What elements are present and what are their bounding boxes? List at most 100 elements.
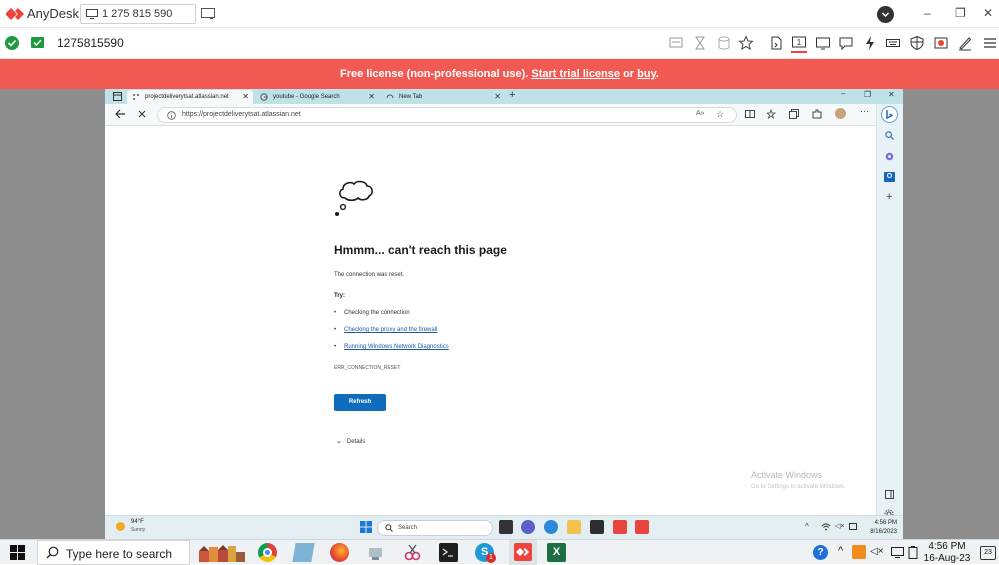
remote-screen[interactable]: projectdeliverytsat.atlassian.net ✕ yout… (105, 89, 903, 539)
display-icon[interactable] (815, 35, 831, 51)
session-id: 1275815590 (57, 36, 124, 50)
network-icon[interactable] (891, 547, 904, 558)
teams-chat-icon[interactable] (521, 520, 535, 534)
sidebar-tools-icon[interactable] (885, 152, 894, 161)
tab-actions-icon[interactable] (113, 92, 122, 101)
close-button[interactable]: ✕ (983, 6, 993, 20)
license-banner-text: Free license (non-professional use). Sta… (0, 68, 999, 80)
sidebar-hide-icon[interactable] (885, 490, 894, 499)
anydesk-remote-icon-2[interactable] (635, 520, 649, 534)
chrome-icon[interactable] (258, 543, 277, 562)
refresh-button[interactable]: Refresh (334, 394, 386, 411)
details-label: Details (346, 439, 366, 445)
show-hidden-icons-icon[interactable]: ^ (805, 522, 809, 531)
record-icon[interactable] (933, 35, 949, 51)
battery-status-icon[interactable] (908, 546, 918, 559)
excel-icon[interactable]: X (547, 543, 566, 562)
firefox-icon[interactable] (330, 543, 349, 562)
favorites-icon[interactable] (767, 109, 777, 119)
local-search-box[interactable]: Type here to search (37, 540, 190, 565)
skype-icon[interactable]: S 1 (475, 543, 496, 563)
whiteboard-icon[interactable] (957, 35, 973, 51)
battery-icon[interactable] (849, 523, 858, 530)
tab-close-icon[interactable]: ✕ (494, 92, 501, 101)
chat-disabled-icon[interactable] (668, 35, 684, 51)
tab-new-tab[interactable]: New Tab ✕ (381, 90, 505, 104)
remote-start-windows-icon[interactable] (360, 521, 372, 533)
start-trial-link[interactable]: Start trial license (531, 68, 620, 80)
star-icon[interactable] (738, 35, 754, 51)
url-input[interactable]: https://projectdeliverytsat.atlassian.ne… (157, 107, 737, 123)
file-manager-icon[interactable] (292, 543, 315, 562)
details-toggle[interactable]: ⌄ Details (336, 437, 365, 445)
search-icon (385, 524, 393, 532)
skype-badge: 1 (486, 553, 496, 563)
edge-browser-icon[interactable] (544, 520, 558, 534)
menu-icon[interactable] (983, 35, 999, 51)
chat-icon[interactable] (838, 35, 854, 51)
browser-restore-button[interactable]: ❐ (864, 90, 871, 99)
minimize-button[interactable]: – (924, 6, 931, 20)
anydesk-taskbar-item[interactable] (509, 540, 537, 565)
actions-icon[interactable] (862, 35, 878, 51)
sidebar-add-icon[interactable]: + (886, 191, 892, 203)
proxy-firewall-link[interactable]: Checking the proxy and the firewall (344, 327, 437, 333)
hourglass-icon[interactable] (692, 35, 708, 51)
file-explorer-icon[interactable] (567, 520, 581, 534)
volume-muted-icon[interactable]: ◁× (870, 546, 884, 557)
file-transfer-icon[interactable] (768, 35, 784, 51)
remote-address-field[interactable]: 1 275 815 590 (80, 4, 196, 24)
split-screen-icon[interactable] (745, 109, 755, 119)
local-clock[interactable]: 4:56 PM 16-Aug-23 (923, 541, 971, 565)
browser-minimize-button[interactable]: – (841, 89, 845, 98)
volume-icon[interactable]: ◁× (835, 522, 844, 530)
tab-atlassian[interactable]: projectdeliverytsat.atlassian.net ✕ (127, 90, 253, 104)
download-icon[interactable] (877, 6, 894, 23)
settings-more-icon[interactable]: ··· (860, 106, 869, 116)
anydesk-remote-icon[interactable] (613, 520, 627, 534)
tab-close-icon[interactable]: ✕ (242, 92, 249, 101)
network-diagnostics-link[interactable]: Running Windows Network Diagnostics (344, 344, 449, 350)
connected-check-icon (5, 36, 19, 50)
favorite-star-icon[interactable]: ☆ (716, 109, 724, 120)
back-arrow-icon[interactable] (115, 109, 126, 119)
monitor-select-icon[interactable]: 1 (791, 35, 807, 53)
command-prompt-icon[interactable] (439, 543, 458, 562)
app-tray-icon[interactable] (852, 545, 866, 559)
anydesk-toolbar: 1275815590 1 (0, 28, 999, 59)
restore-button[interactable]: ❐ (955, 6, 966, 20)
database-icon[interactable] (716, 35, 732, 51)
task-view-icon[interactable] (499, 520, 513, 534)
local-time: 4:56 PM (928, 541, 966, 552)
remote-clock[interactable]: 4:56 PM 8/16/2023 (861, 519, 897, 537)
keyboard-icon[interactable] (885, 35, 901, 51)
remote-search-box[interactable]: Search (377, 520, 493, 536)
new-screen-icon[interactable] (201, 8, 215, 20)
terminal-icon[interactable] (590, 520, 604, 534)
sidebar-search-icon[interactable] (885, 131, 894, 140)
outlook-icon[interactable]: O (884, 172, 895, 182)
browser-close-button[interactable]: ✕ (888, 90, 895, 99)
read-aloud-icon[interactable]: A» (696, 110, 705, 117)
anydesk-title-bar: AnyDesk 1 275 815 590 – ❐ ✕ (0, 0, 999, 28)
local-start-windows-icon[interactable] (10, 545, 25, 560)
tab-youtube-search[interactable]: youtube - Google Search ✕ (255, 90, 379, 104)
show-hidden-icons-icon[interactable]: ^ (838, 545, 843, 557)
collections-icon[interactable] (789, 109, 799, 119)
weather-temperature[interactable]: 94°F (131, 519, 144, 525)
permissions-icon[interactable] (909, 35, 925, 51)
tab-close-icon[interactable]: ✕ (368, 92, 375, 101)
snipping-tool-icon[interactable] (403, 543, 422, 562)
notification-center-icon[interactable]: 23 (980, 546, 996, 560)
network-share-icon[interactable] (366, 543, 385, 562)
profile-avatar[interactable] (835, 108, 846, 119)
bing-chat-icon[interactable] (881, 106, 898, 123)
sunny-weather-icon[interactable] (116, 522, 125, 531)
wifi-icon[interactable] (821, 523, 831, 531)
help-icon[interactable]: ? (813, 545, 828, 560)
stop-loading-icon[interactable] (138, 110, 146, 118)
buy-link[interactable]: buy (637, 68, 656, 80)
extensions-icon[interactable] (812, 109, 822, 119)
new-tab-plus-icon[interactable]: + (509, 89, 515, 101)
news-widget-icon[interactable] (197, 543, 247, 562)
